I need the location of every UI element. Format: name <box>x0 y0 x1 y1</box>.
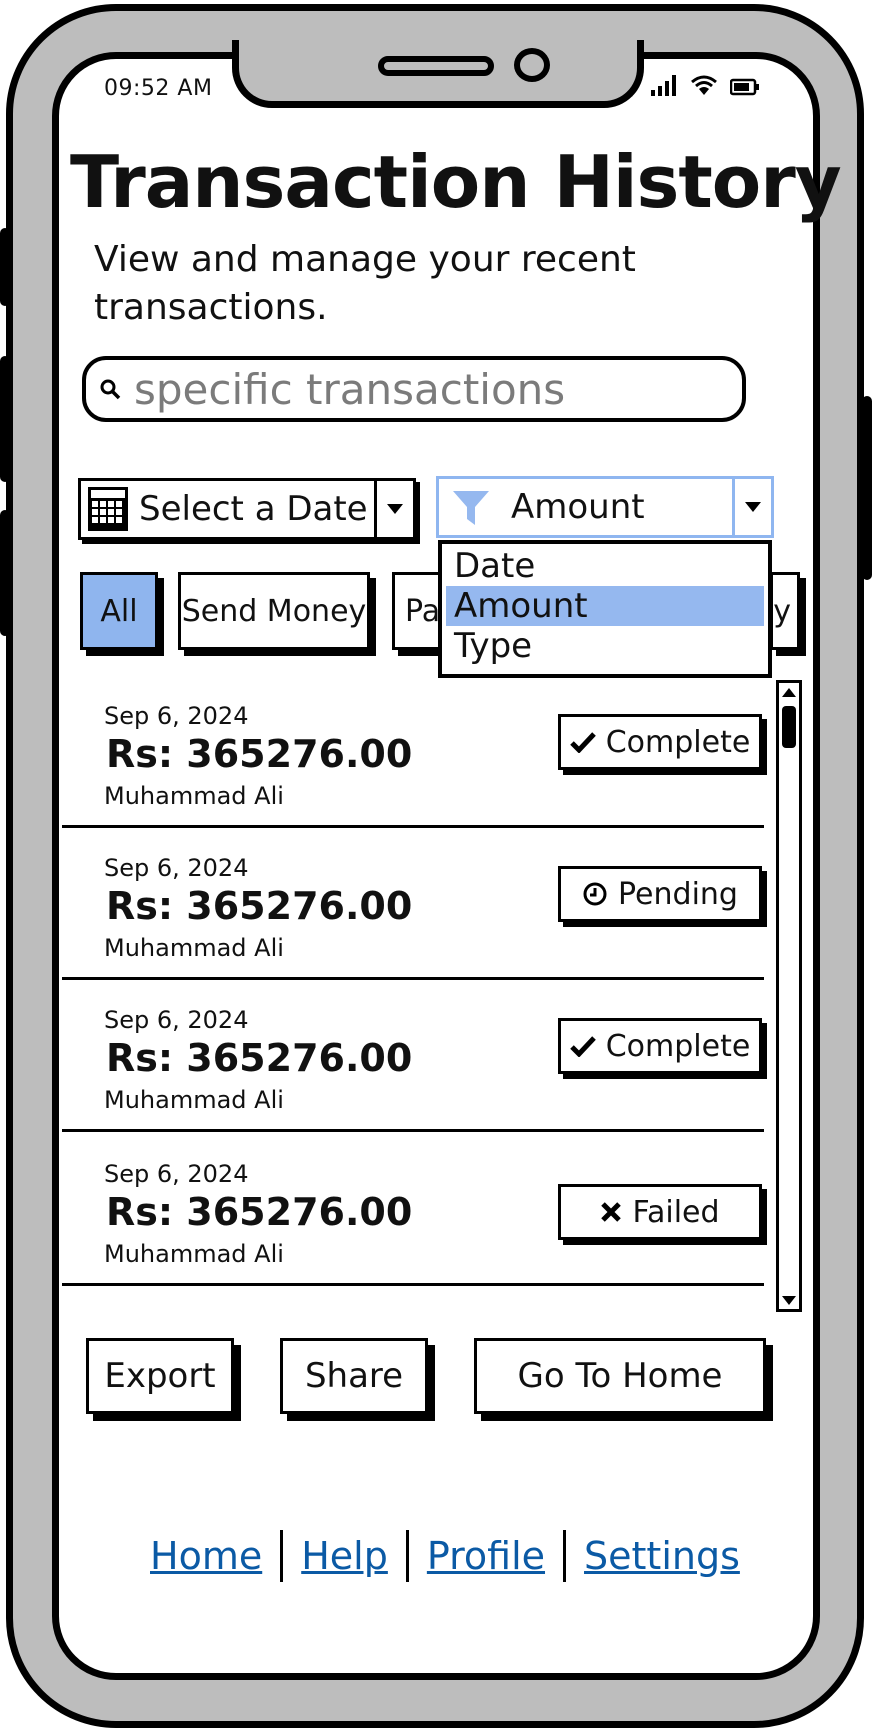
sort-option-type[interactable]: Type <box>446 626 764 666</box>
status-badge: Pending <box>558 866 762 922</box>
transaction-name: Muhammad Ali <box>104 782 284 810</box>
footer-link-help[interactable]: Help <box>301 1534 388 1578</box>
status-badge: Complete <box>558 714 762 770</box>
date-select[interactable]: Select a Date <box>78 478 416 540</box>
page-title: Transaction History <box>70 140 842 224</box>
filter-icon <box>453 491 489 525</box>
transaction-date: Sep 6, 2024 <box>104 1006 249 1034</box>
chip-send-money[interactable]: Send Money <box>178 572 370 650</box>
check-icon <box>569 1036 596 1057</box>
status-badge: Failed <box>558 1184 762 1240</box>
scroll-down-icon[interactable] <box>779 1291 799 1309</box>
mute-button <box>0 228 10 306</box>
sort-select-label: Amount <box>511 487 645 527</box>
search-icon <box>100 379 121 400</box>
battery-icon <box>730 78 759 96</box>
transaction-amount: Rs: 365276.00 <box>106 732 413 776</box>
divider <box>62 1129 764 1132</box>
page-subtitle: View and manage your recent transactions… <box>94 239 636 328</box>
divider <box>62 1283 764 1286</box>
sort-option-date[interactable]: Date <box>446 546 764 586</box>
list-item[interactable]: Sep 6, 2024 Rs: 365276.00 Muhammad Ali C… <box>62 980 764 1132</box>
footer-link-settings[interactable]: Settings <box>584 1534 740 1578</box>
divider <box>405 1530 409 1582</box>
speaker <box>378 56 494 76</box>
list-item[interactable]: Sep 6, 2024 Rs: 365276.00 Muhammad Ali C… <box>62 676 764 828</box>
transaction-name: Muhammad Ali <box>104 1240 284 1268</box>
search-input[interactable] <box>132 363 696 415</box>
chip-other[interactable]: y <box>770 572 800 650</box>
list-item[interactable]: Sep 6, 2024 Rs: 365276.00 Muhammad Ali P… <box>62 828 764 980</box>
share-button[interactable]: Share <box>280 1338 428 1414</box>
footer-nav: Home Help Profile Settings <box>150 1530 740 1582</box>
status-text: Complete <box>605 724 751 760</box>
chip-all[interactable]: All <box>80 572 158 650</box>
power-button <box>862 396 872 580</box>
status-badge: Complete <box>558 1018 762 1074</box>
signal-icon <box>651 75 676 96</box>
status-time: 09:52 AM <box>104 76 213 101</box>
sort-dropdown-menu: Date Amount Type <box>438 540 772 678</box>
sort-select[interactable]: Amount <box>436 476 774 538</box>
transaction-amount: Rs: 365276.00 <box>106 1190 413 1234</box>
transaction-date: Sep 6, 2024 <box>104 1160 249 1188</box>
transaction-amount: Rs: 365276.00 <box>106 884 413 928</box>
status-icons <box>650 74 760 96</box>
divider <box>563 1530 567 1582</box>
transaction-name: Muhammad Ali <box>104 934 284 962</box>
scroll-thumb[interactable] <box>782 706 796 748</box>
status-text: Pending <box>618 876 738 912</box>
date-select-label: Select a Date <box>139 489 368 529</box>
go-to-home-button[interactable]: Go To Home <box>474 1338 766 1414</box>
calendar-icon <box>88 487 128 531</box>
search-box[interactable] <box>82 356 746 422</box>
status-text: Failed <box>632 1194 720 1230</box>
transaction-date: Sep 6, 2024 <box>104 702 249 730</box>
wifi-icon <box>691 75 717 95</box>
scroll-up-icon[interactable] <box>779 683 799 701</box>
transaction-amount: Rs: 365276.00 <box>106 1036 413 1080</box>
divider <box>280 1530 284 1582</box>
sort-option-amount[interactable]: Amount <box>446 586 764 626</box>
footer-link-profile[interactable]: Profile <box>427 1534 545 1578</box>
volume-up-button <box>0 356 10 482</box>
clock-icon <box>583 882 607 906</box>
status-text: Complete <box>605 1028 751 1064</box>
volume-down-button <box>0 510 10 636</box>
footer-link-home[interactable]: Home <box>150 1534 262 1578</box>
transaction-name: Muhammad Ali <box>104 1086 284 1114</box>
x-icon <box>601 1202 622 1222</box>
transaction-date: Sep 6, 2024 <box>104 854 249 882</box>
export-button[interactable]: Export <box>86 1338 234 1414</box>
scrollbar[interactable] <box>776 680 802 1312</box>
chevron-down-icon[interactable] <box>732 479 771 535</box>
list-item[interactable]: Sep 6, 2024 Rs: 365276.00 Muhammad Ali F… <box>62 1134 764 1286</box>
check-icon <box>569 732 596 753</box>
camera <box>514 48 550 82</box>
chevron-down-icon[interactable] <box>374 481 413 537</box>
